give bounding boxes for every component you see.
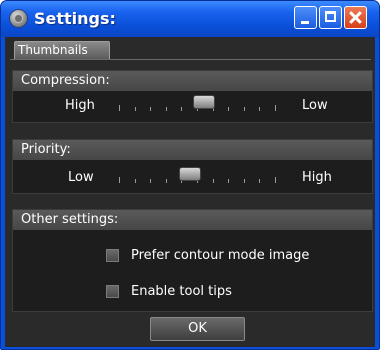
priority-right-label: High: [302, 170, 332, 185]
minimize-icon: [301, 21, 309, 24]
slider-tick: [150, 179, 151, 183]
slider-tick: [228, 107, 229, 111]
maximize-button[interactable]: [319, 6, 342, 29]
enable-tooltips-checkbox[interactable]: [106, 285, 119, 298]
compression-group: Compression: High Low: [12, 70, 373, 123]
slider-tick: [228, 179, 229, 183]
close-icon: [345, 7, 366, 28]
settings-app-icon: [10, 10, 27, 27]
prefer-contour-label: Prefer contour mode image: [131, 248, 310, 263]
enable-tooltips-label: Enable tool tips: [131, 284, 232, 299]
slider-tick: [275, 177, 276, 183]
maximize-icon: [325, 11, 336, 22]
slider-tick: [259, 107, 260, 111]
slider-tick: [150, 107, 151, 111]
priority-left-label: Low: [68, 170, 94, 185]
other-settings-group: Other settings: Prefer contour mode imag…: [12, 209, 373, 312]
tab-divider: [10, 59, 371, 60]
compression-left-label: High: [65, 98, 95, 113]
prefer-contour-checkbox[interactable]: [106, 249, 119, 262]
compression-slider-thumb[interactable]: [193, 95, 215, 109]
title-bar[interactable]: Settings:: [1, 1, 379, 37]
dialog-body: Thumbnails Compression: High Low Priorit…: [5, 37, 375, 347]
slider-tick: [213, 179, 214, 183]
close-button[interactable]: [344, 6, 367, 29]
slider-tick: [275, 105, 276, 111]
tab-thumbnails[interactable]: Thumbnails: [14, 41, 110, 60]
slider-tick: [119, 105, 120, 111]
slider-tick: [259, 179, 260, 183]
slider-tick: [181, 107, 182, 111]
priority-header: Priority:: [13, 140, 372, 160]
slider-tick: [244, 179, 245, 183]
window-title: Settings:: [34, 9, 116, 28]
slider-tick: [119, 177, 120, 183]
settings-window: Settings: Thumbnails Compression: High L…: [0, 0, 380, 350]
compression-slider[interactable]: [115, 95, 279, 111]
slider-tick: [244, 107, 245, 111]
slider-tick: [166, 107, 167, 111]
compression-header: Compression:: [13, 71, 372, 91]
minimize-button[interactable]: [294, 6, 317, 29]
priority-slider[interactable]: [115, 167, 279, 183]
ok-button[interactable]: OK: [150, 317, 245, 341]
priority-slider-thumb[interactable]: [179, 167, 201, 181]
slider-tick: [135, 179, 136, 183]
priority-group: Priority: Low High: [12, 139, 373, 194]
slider-tick: [166, 179, 167, 183]
slider-tick: [135, 107, 136, 111]
compression-right-label: Low: [302, 98, 328, 113]
other-settings-header: Other settings:: [13, 210, 372, 230]
